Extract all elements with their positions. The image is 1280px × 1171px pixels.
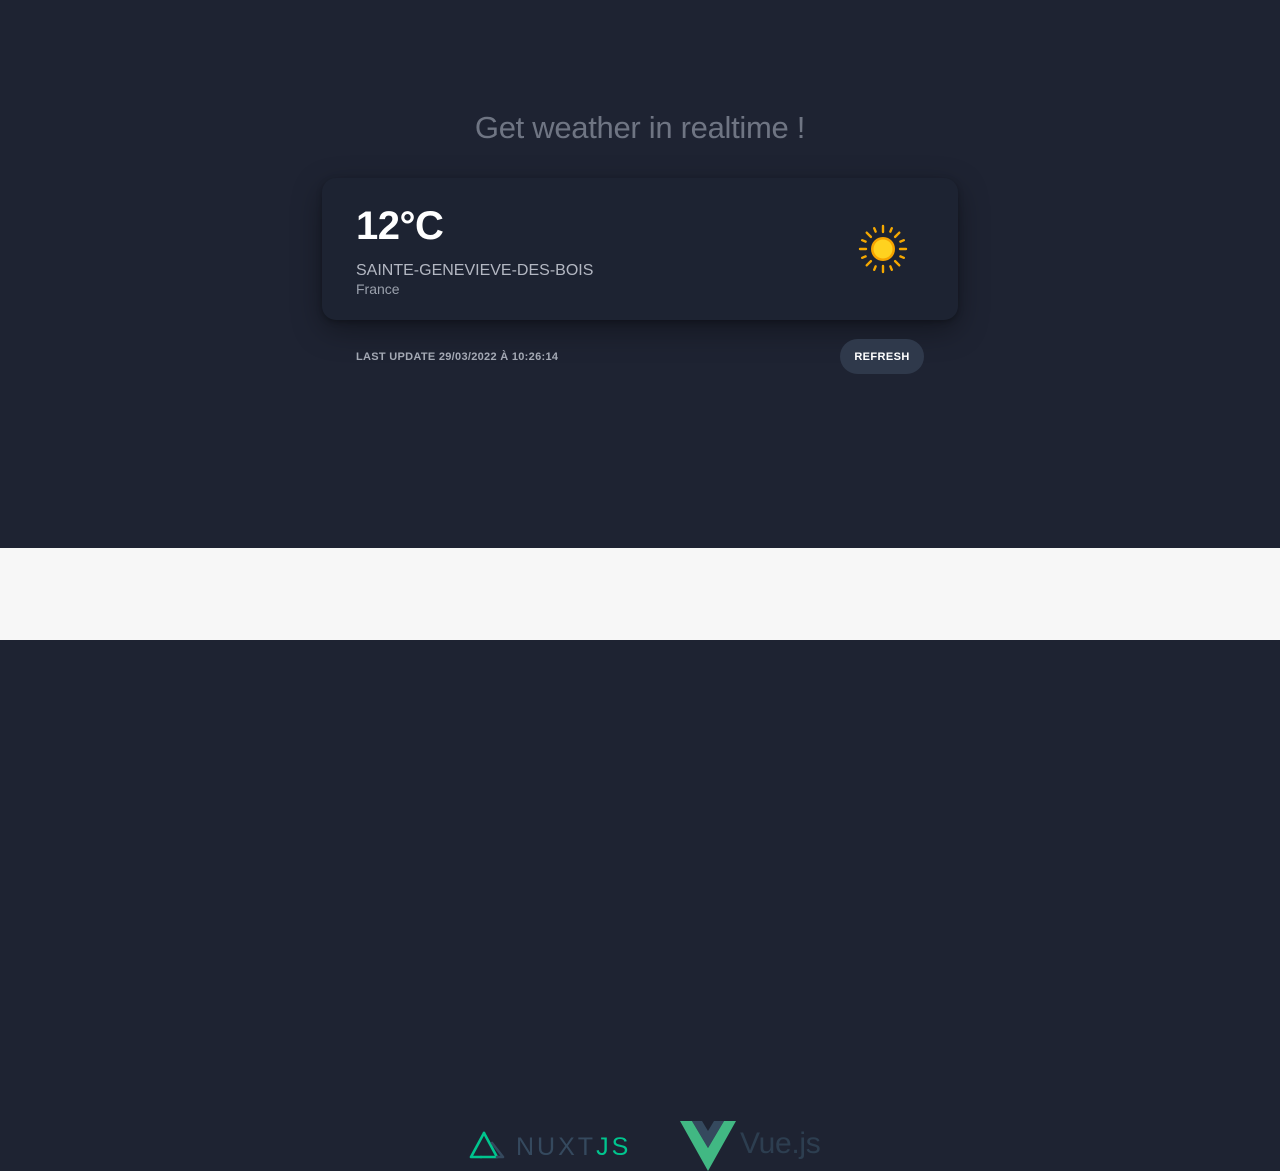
app-main: Get weather in realtime ! 12°C SAINTE-GE… bbox=[0, 0, 1280, 548]
page-title: Get weather in realtime ! bbox=[474, 110, 806, 145]
nuxt-logo-text: NUXTJS bbox=[516, 1132, 631, 1162]
nuxt-word: NUXT bbox=[516, 1133, 597, 1161]
vue-logo-icon bbox=[680, 1121, 736, 1171]
vue-logo-text: Vue.js bbox=[740, 1127, 821, 1160]
nuxt-js-word: JS bbox=[596, 1133, 632, 1161]
sun-icon bbox=[858, 224, 908, 274]
temperature-value: 12°C bbox=[356, 204, 444, 248]
footer: NUXTJS Vue.js bbox=[0, 548, 1280, 1171]
nuxt-logo-icon bbox=[469, 1131, 505, 1159]
country-name: France bbox=[356, 281, 400, 297]
weather-card: 12°C SAINTE-GENEVIEVE-DES-BOIS France bbox=[322, 178, 958, 320]
refresh-button[interactable]: REFRESH bbox=[840, 339, 924, 374]
city-name: SAINTE-GENEVIEVE-DES-BOIS bbox=[356, 262, 594, 279]
last-update-text: LAST UPDATE 29/03/2022 À 10:26:14 bbox=[356, 351, 559, 363]
